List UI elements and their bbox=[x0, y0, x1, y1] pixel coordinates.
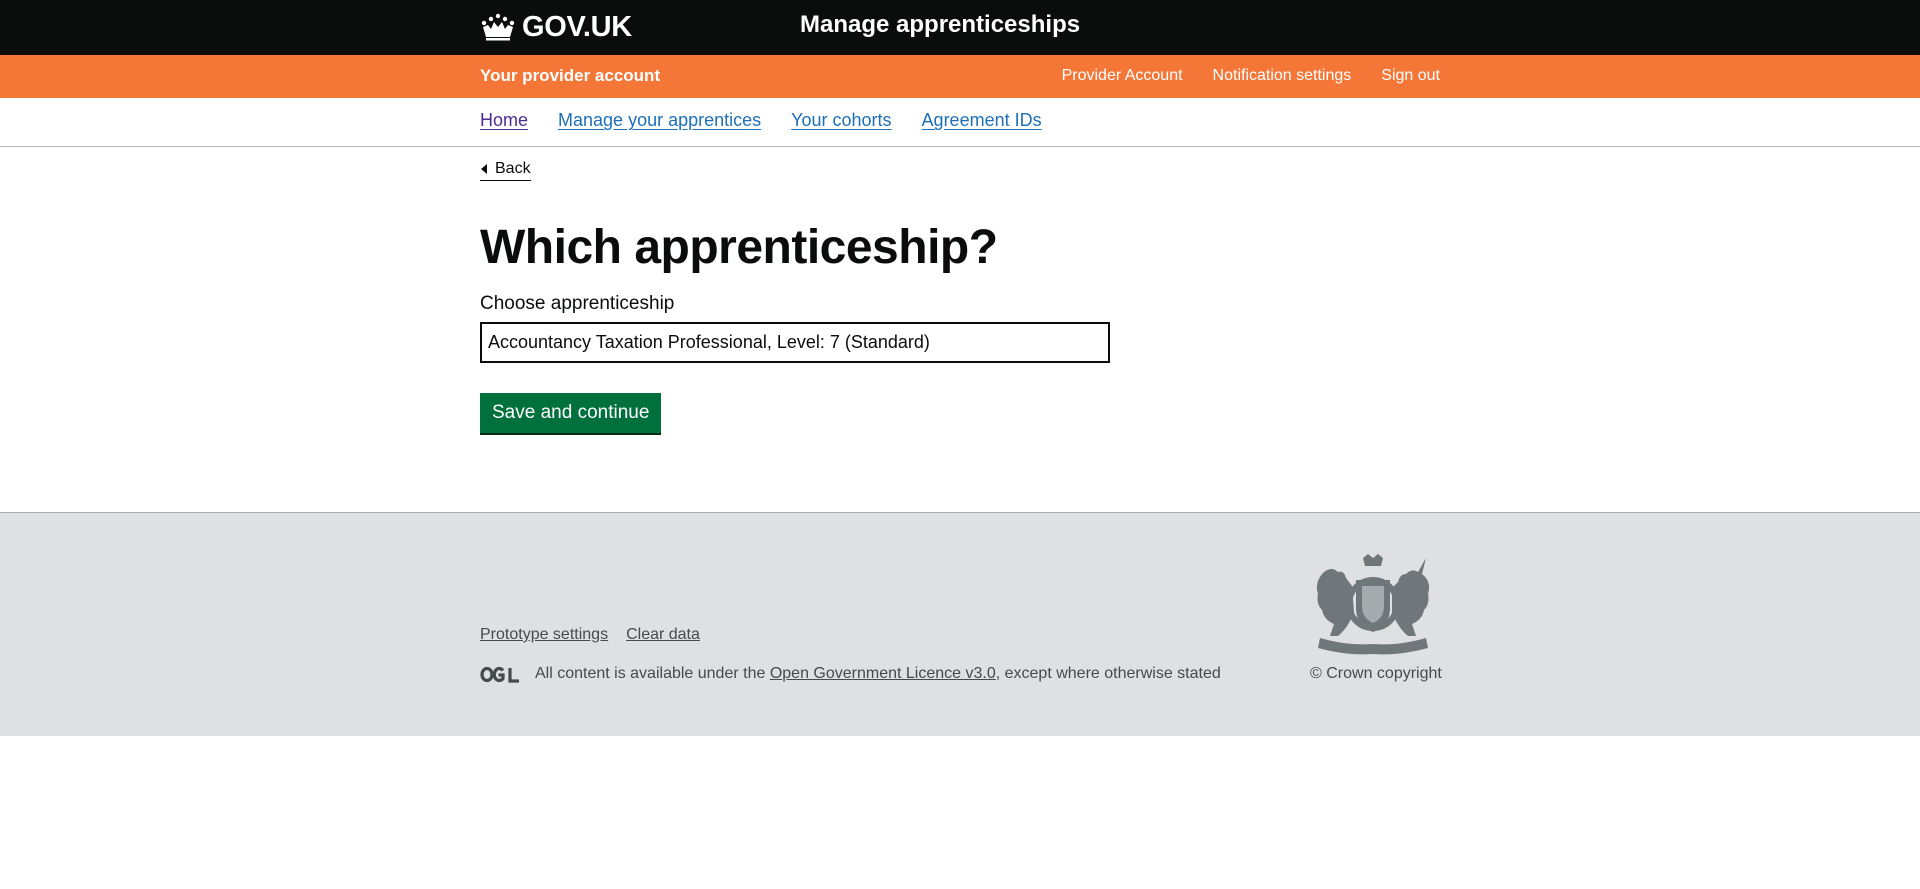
subnav-item-agreement-ids[interactable]: Agreement IDs bbox=[922, 110, 1042, 131]
subnav-item-manage-apprentices[interactable]: Manage your apprentices bbox=[558, 110, 761, 131]
open-government-licence-link[interactable]: Open Government Licence v3.0 bbox=[770, 665, 996, 683]
notification-settings-link[interactable]: Notification settings bbox=[1213, 67, 1352, 85]
back-link[interactable]: Back bbox=[480, 160, 531, 181]
clear-data-link[interactable]: Clear data bbox=[626, 626, 700, 644]
crown-copyright[interactable]: © Crown copyright bbox=[1310, 665, 1442, 683]
licence-prefix: All content is available under the bbox=[535, 665, 766, 682]
sign-out-link[interactable]: Sign out bbox=[1381, 67, 1440, 85]
footer: Prototype settings Clear data All conten… bbox=[0, 512, 1920, 736]
sub-navigation: Home Manage your apprentices Your cohort… bbox=[0, 98, 1920, 147]
govuk-header: GOV.UK Manage apprenticeships bbox=[0, 0, 1920, 55]
ogl-logo-icon bbox=[480, 666, 519, 683]
page-title: Which apprenticeship? bbox=[480, 221, 998, 274]
provider-account-link[interactable]: Provider Account bbox=[1062, 67, 1183, 85]
prototype-settings-link[interactable]: Prototype settings bbox=[480, 626, 608, 644]
provider-account-bar: Your provider account Provider Account N… bbox=[0, 55, 1920, 98]
subnav-item-home[interactable]: Home bbox=[480, 110, 528, 131]
chevron-left-icon bbox=[481, 164, 487, 174]
licence-suffix: , except where otherwise stated bbox=[995, 665, 1221, 682]
licence-statement: All content is available under the Open … bbox=[480, 665, 1221, 683]
apprenticeship-input[interactable] bbox=[480, 322, 1110, 363]
subnav-list: Home Manage your apprentices Your cohort… bbox=[480, 110, 1042, 131]
apprenticeship-label: Choose apprenticeship bbox=[480, 293, 675, 314]
account-title: Your provider account bbox=[480, 66, 661, 85]
royal-coat-of-arms-icon bbox=[1316, 554, 1430, 655]
save-and-continue-button[interactable]: Save and continue bbox=[480, 393, 662, 433]
govuk-logo-link[interactable]: GOV.UK bbox=[480, 10, 632, 44]
footer-links: Prototype settings Clear data bbox=[480, 626, 700, 644]
account-links: Provider Account Notification settings S… bbox=[1062, 67, 1440, 85]
crown-icon bbox=[481, 13, 515, 41]
service-name[interactable]: Manage apprenticeships bbox=[800, 11, 1080, 39]
back-link-label: Back bbox=[495, 160, 531, 177]
subnav-item-your-cohorts[interactable]: Your cohorts bbox=[791, 110, 891, 131]
logo-text: GOV.UK bbox=[522, 10, 632, 43]
